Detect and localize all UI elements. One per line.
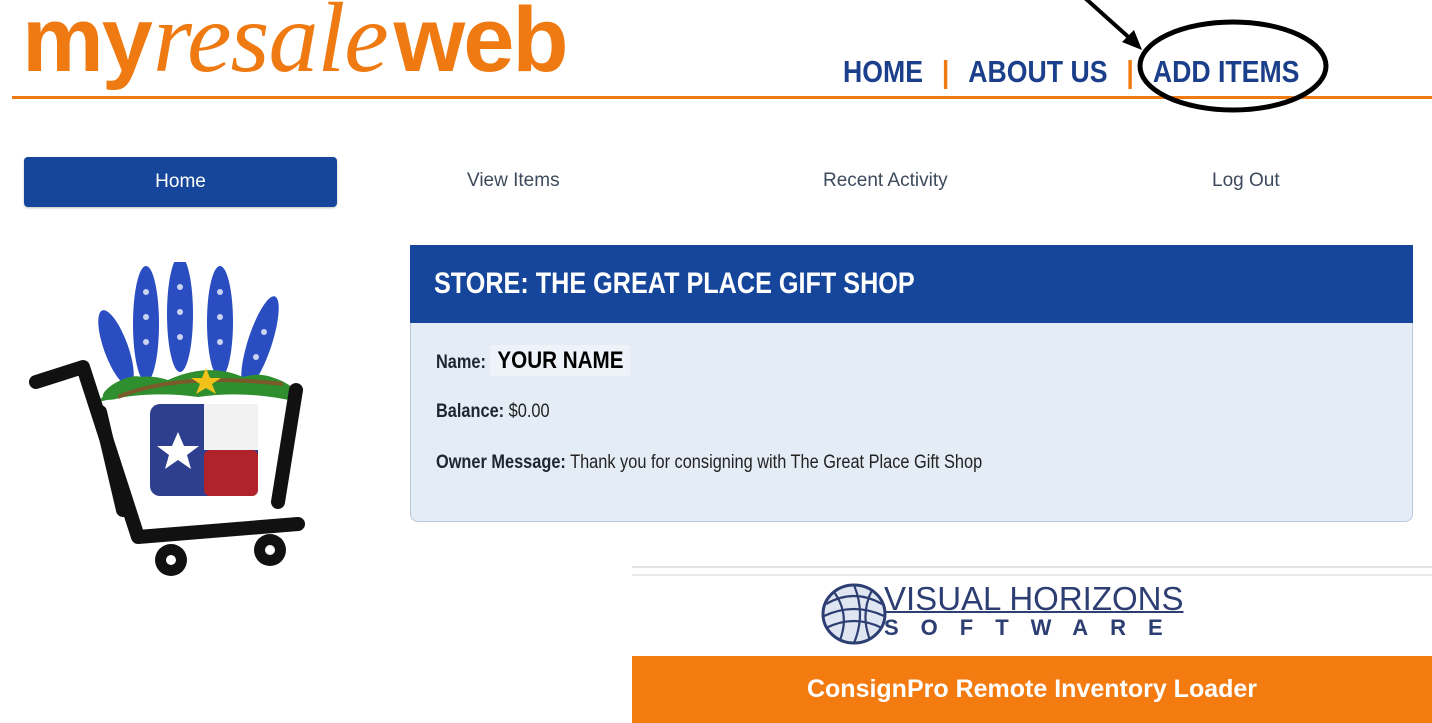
subnav-home-label: Home <box>155 171 206 192</box>
name-value: YOUR NAME <box>490 345 631 376</box>
arrow-icon <box>1084 0 1136 44</box>
header-divider <box>12 96 1432 99</box>
owner-message-row: Owner Message: Thank you for consigning … <box>436 452 982 474</box>
company-name: VISUAL HORIZONS <box>884 580 1184 617</box>
logo-web: web <box>393 0 569 91</box>
top-nav-about-us[interactable]: ABOUT US <box>968 54 1107 90</box>
subnav-log-out[interactable]: Log Out <box>1212 170 1280 192</box>
owner-message-label: Owner Message: <box>436 452 566 473</box>
logo-my: my <box>22 0 153 91</box>
subnav-home-button[interactable]: Home <box>24 157 337 207</box>
arrow-head <box>1122 30 1142 50</box>
subnav-view-items[interactable]: View Items <box>467 170 560 192</box>
top-nav-separator: | <box>941 54 950 89</box>
store-panel-header: STORE: THE GREAT PLACE GIFT SHOP <box>410 245 1413 323</box>
bluebonnet-flowers-icon <box>98 262 299 402</box>
store-title: STORE: THE GREAT PLACE GIFT SHOP <box>434 267 915 300</box>
globe-icon <box>821 583 887 645</box>
consignpro-banner: ConsignPro Remote Inventory Loader <box>632 656 1432 723</box>
store-name-row: Name: YOUR NAME <box>436 345 631 376</box>
top-nav: HOME | ABOUT US | ADD ITEMS <box>843 50 1299 94</box>
subnav-recent-activity[interactable]: Recent Activity <box>823 170 948 192</box>
top-nav-add-items[interactable]: ADD ITEMS <box>1153 54 1300 90</box>
balance-row: Balance: $0.00 <box>436 401 550 423</box>
balance-label: Balance: <box>436 401 505 422</box>
banner-text: ConsignPro Remote Inventory Loader <box>806 675 1258 703</box>
top-nav-home[interactable]: HOME <box>843 54 923 90</box>
store-logo-illustration <box>29 262 305 576</box>
top-nav-separator: | <box>1126 54 1134 89</box>
myresaleweb-logo[interactable]: myresaleweb <box>22 0 569 106</box>
company-subtitle: SOFTWARE <box>884 615 1185 640</box>
balance-value: $0.00 <box>508 401 550 422</box>
footer-divider-secondary <box>632 574 1432 576</box>
owner-message-value: Thank you for consigning with The Great … <box>570 452 983 473</box>
texas-flag-icon <box>150 404 258 496</box>
logo-resale: resale <box>152 0 389 93</box>
footer-divider <box>632 566 1432 568</box>
name-label: Name: <box>436 352 486 373</box>
visual-horizons-logo-text: VISUAL HORIZONS SOFTWARE <box>884 580 1185 641</box>
